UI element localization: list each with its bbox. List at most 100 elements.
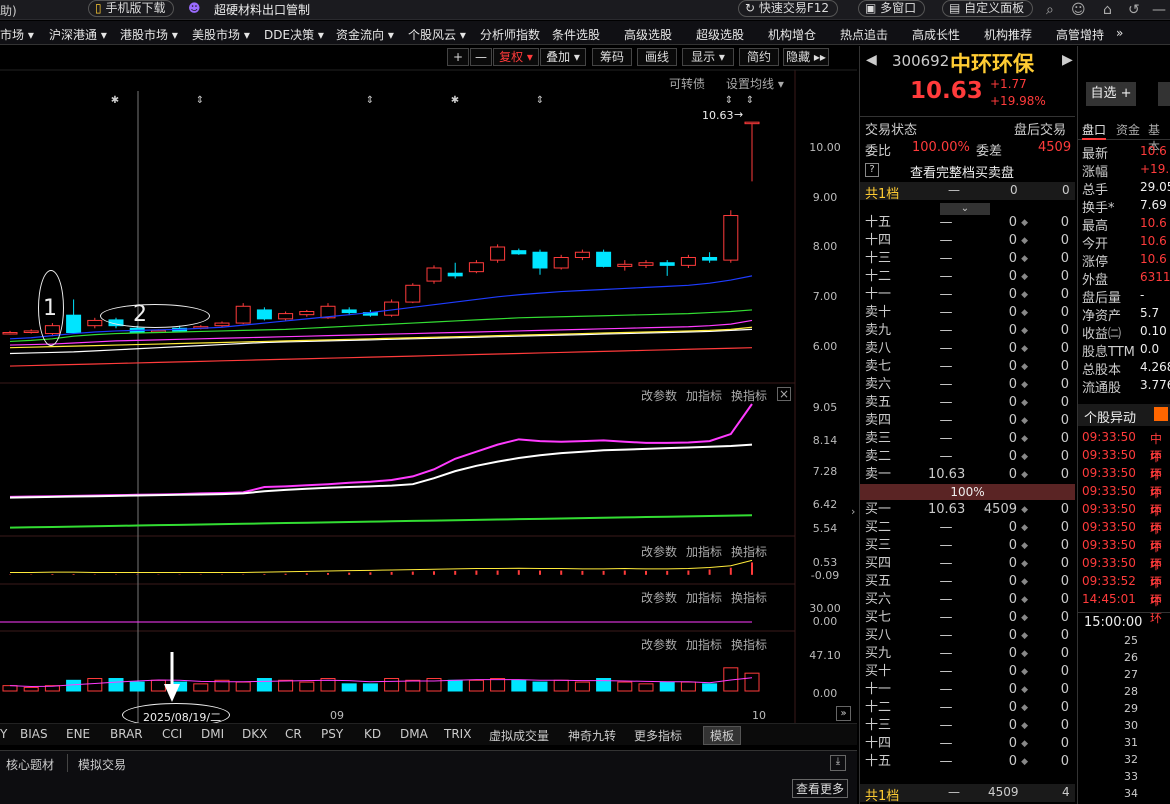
menu-item-inst-recommend[interactable]: 机构推荐 [984, 26, 1032, 43]
download-icon[interactable]: ⤓ [830, 755, 846, 771]
tab-kd[interactable]: KD [364, 727, 381, 741]
mover-time[interactable]: 09:33:50 [1082, 502, 1136, 516]
kline-chart-area[interactable]: + — 复权 ▾ 叠加 ▾ 筹码 画线 显示 ▾ 简约 隐藏 ▸▸ 可转债 设置… [0, 46, 857, 749]
tab-psy[interactable]: PSY [321, 727, 343, 741]
menu-more-icon[interactable]: » [1116, 26, 1123, 40]
menu-item-condition-select[interactable]: 条件选股 [552, 26, 600, 43]
ind3-params-link[interactable]: 改参数 [641, 589, 677, 606]
back-icon[interactable]: ↺ [1128, 2, 1140, 18]
ask-row[interactable]: 十一 — 0 ◆ 0 [860, 286, 1075, 304]
promo-link[interactable]: 超硬材料出口管制 [214, 1, 310, 18]
scroll-right-icon[interactable]: » [836, 706, 851, 721]
menu-item-exec-increase[interactable]: 高管增持 [1056, 26, 1104, 43]
tab-core-material[interactable]: 核心题材 [6, 756, 54, 773]
home-icon[interactable]: ⌂ [1103, 2, 1112, 18]
mover-time[interactable]: 09:33:50 [1082, 556, 1136, 570]
next-stock-icon[interactable]: ▶ [1062, 52, 1073, 68]
bid-row[interactable]: 买六 — 0 ◆ 0 [860, 591, 1075, 609]
menu-item-high-growth[interactable]: 高成长性 [912, 26, 960, 43]
prev-stock-icon[interactable]: ◀ [866, 52, 877, 68]
menu-item-stock-news[interactable]: 个股风云 ▾ [408, 26, 466, 43]
mover-time[interactable]: 09:33:50 [1082, 538, 1136, 552]
ask-row[interactable]: 卖七 — 0 ◆ 0 [860, 358, 1075, 376]
ask-row[interactable]: 卖一 10.63 0 ◆ 0 [860, 466, 1075, 484]
custom-panel-button[interactable]: ▤ 自定义面板 [942, 0, 1034, 17]
menu-item-hk-market[interactable]: 港股市场 ▾ [120, 26, 178, 43]
menu-item-dde[interactable]: DDE决策 ▾ [264, 26, 324, 43]
tab-trix[interactable]: TRIX [444, 727, 471, 741]
ask-row[interactable]: 十五 — 0 ◆ 0 [860, 214, 1075, 232]
tab-bias[interactable]: BIAS [20, 727, 48, 741]
tab-template[interactable]: 模板 [703, 726, 742, 745]
ind1-switch-link[interactable]: 换指标 [731, 387, 767, 404]
menu-item-us-market[interactable]: 美股市场 ▾ [192, 26, 250, 43]
mover-time[interactable]: 09:33:50 [1082, 466, 1136, 480]
menu-item-inst-increase[interactable]: 机构增仓 [768, 26, 816, 43]
mobile-download-button[interactable]: ▯ 手机版下载 [88, 0, 175, 17]
ask-row[interactable]: 卖二 — 0 ◆ 0 [860, 448, 1075, 466]
tab-fund[interactable]: 资金 [1116, 121, 1140, 138]
tab-handicap[interactable]: 盘口 [1082, 121, 1107, 140]
ask-row[interactable]: 卖八 — 0 ◆ 0 [860, 340, 1075, 358]
mover-time[interactable]: 09:33:50 [1082, 448, 1136, 462]
tab-y[interactable]: Y [0, 727, 7, 741]
ind1-add-link[interactable]: 加指标 [686, 387, 722, 404]
ind2-switch-link[interactable]: 换指标 [731, 543, 767, 560]
mover-time[interactable]: 14:45:01 [1082, 592, 1136, 606]
tab-cci[interactable]: CCI [162, 727, 182, 741]
bid-row[interactable]: 买四 — 0 ◆ 0 [860, 555, 1075, 573]
more-news-button[interactable]: 查看更多 [792, 779, 849, 798]
bid-row[interactable]: 买三 — 0 ◆ 0 [860, 537, 1075, 555]
bid-row[interactable]: 买七 — 0 ◆ 0 [860, 609, 1075, 627]
ind4-switch-link[interactable]: 换指标 [731, 636, 767, 653]
bid-row[interactable]: 买八 — 0 ◆ 0 [860, 627, 1075, 645]
help-icon[interactable]: ? [865, 163, 879, 177]
bid-row[interactable]: 买五 — 0 ◆ 0 [860, 573, 1075, 591]
search-icon[interactable]: ⌕ [1046, 2, 1054, 18]
menu-item-hot-chase[interactable]: 热点追击 [840, 26, 888, 43]
extra-button[interactable] [1158, 82, 1170, 106]
menu-item-market[interactable]: 市场 ▾ [0, 26, 34, 43]
tab-virtual-volume[interactable]: 虚拟成交量 [489, 727, 549, 744]
ask-row[interactable]: 卖六 — 0 ◆ 0 [860, 376, 1075, 394]
bid-row[interactable]: 十五 — 0 ◆ 0 [860, 753, 1075, 771]
bid-row[interactable]: 十四 — 0 ◆ 0 [860, 735, 1075, 753]
ind1-close-icon[interactable]: × [777, 387, 791, 401]
tab-dma[interactable]: DMA [400, 727, 428, 741]
ind3-add-link[interactable]: 加指标 [686, 589, 722, 606]
menu-item-analyst-index[interactable]: 分析师指数 [480, 26, 540, 43]
tab-more-indicators[interactable]: 更多指标 [634, 727, 682, 744]
quick-trade-button[interactable]: ↻ 快速交易F12 [738, 0, 839, 17]
multi-window-button[interactable]: ▣ 多窗口 [858, 0, 926, 17]
ind3-switch-link[interactable]: 换指标 [731, 589, 767, 606]
bid-row[interactable]: 十二 — 0 ◆ 0 [860, 699, 1075, 717]
menu-item-advanced-select[interactable]: 高级选股 [624, 26, 672, 43]
bid-row[interactable]: 买二 — 0 ◆ 0 [860, 519, 1075, 537]
ask-row[interactable]: 十二 — 0 ◆ 0 [860, 268, 1075, 286]
collapse-panel-icon[interactable]: › [851, 505, 855, 518]
ind4-params-link[interactable]: 改参数 [641, 636, 677, 653]
user-icon[interactable]: ☺ [1071, 2, 1086, 18]
ind1-params-link[interactable]: 改参数 [641, 387, 677, 404]
ind4-add-link[interactable]: 加指标 [686, 636, 722, 653]
ask-row[interactable]: 十三 — 0 ◆ 0 [860, 250, 1075, 268]
ask-row[interactable]: 卖三 — 0 ◆ 0 [860, 430, 1075, 448]
movers-toggle-icon[interactable] [1154, 407, 1168, 421]
tab-ene[interactable]: ENE [66, 727, 90, 741]
mover-time[interactable]: 09:33:52 [1082, 574, 1136, 588]
bid-row[interactable]: 买十 — 0 ◆ 0 [860, 663, 1075, 681]
ind2-add-link[interactable]: 加指标 [686, 543, 722, 560]
bid-row[interactable]: 买九 — 0 ◆ 0 [860, 645, 1075, 663]
tab-sim-trade[interactable]: 模拟交易 [78, 756, 126, 773]
bid-row[interactable]: 买一 10.63 4509 ◆ 0 [860, 501, 1075, 519]
mover-time[interactable]: 09:33:50 [1082, 484, 1136, 498]
ind2-params-link[interactable]: 改参数 [641, 543, 677, 560]
mover-time[interactable]: 09:33:50 [1082, 520, 1136, 534]
menu-item-fund-flow[interactable]: 资金流向 ▾ [336, 26, 394, 43]
menu-item-hk-connect[interactable]: 沪深港通 ▾ [49, 26, 107, 43]
ask-row[interactable]: 卖四 — 0 ◆ 0 [860, 412, 1075, 430]
tab-dkx[interactable]: DKX [242, 727, 267, 741]
bid-row[interactable]: 十三 — 0 ◆ 0 [860, 717, 1075, 735]
add-watchlist-button[interactable]: 自选 + [1086, 82, 1136, 106]
tab-cr[interactable]: CR [285, 727, 302, 741]
